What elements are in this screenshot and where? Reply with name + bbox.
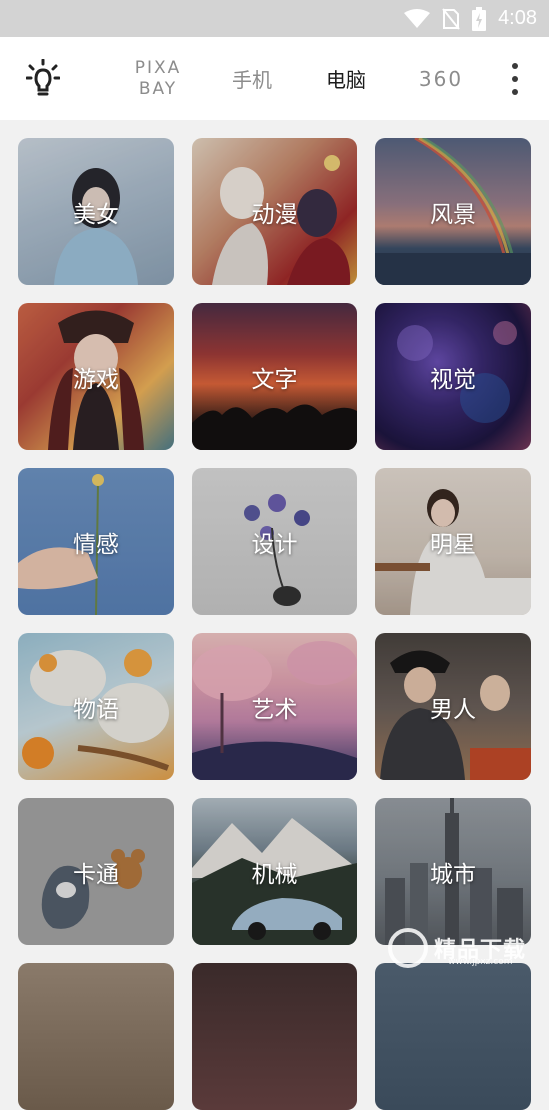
- battery-charging-icon: [472, 6, 487, 31]
- tab-360[interactable]: 360: [412, 37, 470, 120]
- watermark-logo-icon: [388, 927, 428, 968]
- category-card-landscape[interactable]: 风景: [375, 138, 531, 285]
- lightbulb-icon[interactable]: [26, 59, 60, 97]
- no-sim-icon: [442, 7, 460, 30]
- category-card-celebrity[interactable]: 明星: [375, 468, 531, 615]
- category-card-machinery[interactable]: 机械: [192, 798, 357, 945]
- category-label: 明星: [430, 531, 476, 558]
- status-time: 4:08: [498, 7, 537, 29]
- category-label: 视觉: [430, 366, 476, 393]
- watermark: 精品下载: [388, 918, 549, 977]
- category-label: 情感: [73, 531, 119, 558]
- category-label: 动漫: [251, 201, 298, 228]
- category-card-beauty[interactable]: 美女: [18, 138, 174, 285]
- watermark-subtext: www.jpxz.com: [448, 957, 513, 967]
- status-bar: 4:08: [0, 0, 549, 37]
- category-card-emotion[interactable]: 情感: [18, 468, 174, 615]
- category-card-games[interactable]: 游戏: [18, 303, 174, 450]
- category-label: 美女: [73, 201, 119, 228]
- top-toolbar: PIXA BAY 手机 电脑 360: [0, 37, 549, 120]
- category-card-story[interactable]: 物语: [18, 633, 174, 780]
- category-label: 游戏: [73, 366, 119, 393]
- category-label: 设计: [251, 531, 298, 558]
- category-card-cartoon[interactable]: 卡通: [18, 798, 174, 945]
- more-vert-icon[interactable]: [505, 63, 525, 95]
- category-card-partial[interactable]: [192, 963, 357, 1110]
- category-label: 艺术: [251, 696, 298, 723]
- category-card-text[interactable]: 文字: [192, 303, 357, 450]
- category-card-partial[interactable]: [18, 963, 174, 1110]
- category-label: 文字: [251, 366, 298, 393]
- tab-computer[interactable]: 电脑: [316, 37, 376, 120]
- category-label: 风景: [430, 201, 476, 228]
- category-label: 卡通: [73, 861, 119, 888]
- category-label: 男人: [430, 696, 476, 723]
- category-card-men[interactable]: 男人: [375, 633, 531, 780]
- category-card-partial[interactable]: [375, 963, 531, 1110]
- category-card-visual[interactable]: 视觉: [375, 303, 531, 450]
- category-label: 城市: [430, 861, 476, 888]
- tab-pixabay[interactable]: PIXA BAY: [126, 37, 190, 120]
- category-label: 机械: [251, 861, 298, 888]
- category-grid: 美女 动漫 风景 游戏 文字 视觉 情感 设计 明星 物语 艺术 男人 卡通 机…: [0, 120, 549, 1110]
- category-card-design[interactable]: 设计: [192, 468, 357, 615]
- category-label: 物语: [73, 696, 119, 723]
- category-card-anime[interactable]: 动漫: [192, 138, 357, 285]
- wifi-icon: [404, 8, 431, 28]
- tab-phone[interactable]: 手机: [222, 37, 282, 120]
- category-card-art[interactable]: 艺术: [192, 633, 357, 780]
